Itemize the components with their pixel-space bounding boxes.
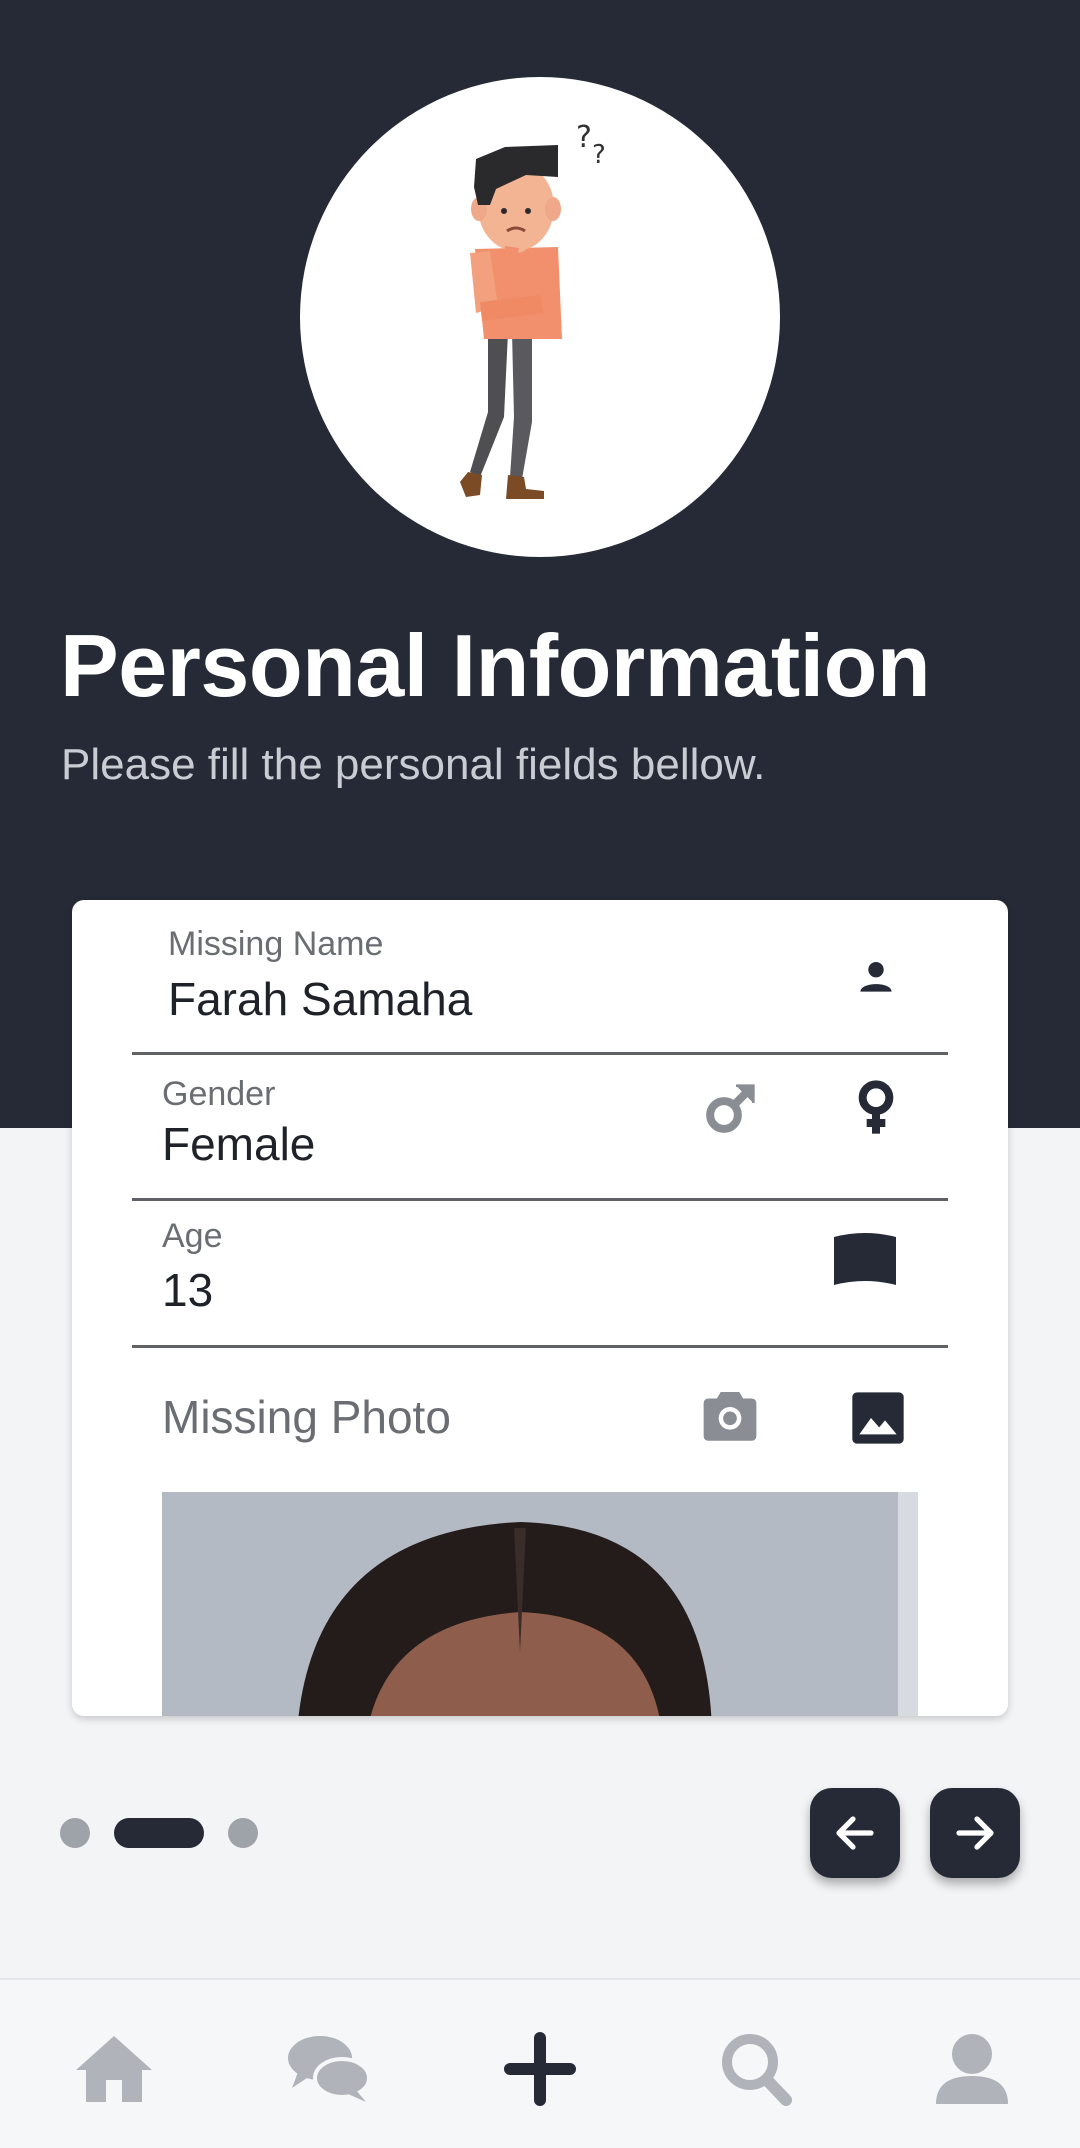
missing-photo-preview: [162, 1492, 918, 1716]
search-icon: [722, 2034, 792, 2106]
page-subtitle: Please fill the personal fields bellow.: [61, 740, 766, 789]
personal-info-form: Missing Name Farah Samaha Gender Female …: [72, 900, 1008, 1716]
photo-image: [162, 1492, 918, 1716]
gender-label: Gender: [162, 1075, 276, 1113]
missing-name-field[interactable]: Missing Name Farah Samaha: [132, 900, 948, 1055]
back-button[interactable]: [810, 1788, 900, 1878]
person-icon: [860, 961, 892, 992]
tab-profile[interactable]: [930, 2032, 1014, 2106]
flag-icon: [834, 1233, 896, 1285]
male-icon[interactable]: [700, 1075, 764, 1139]
avatar-illustration: ? ?: [300, 77, 780, 557]
forward-arrow-icon: [956, 1816, 994, 1850]
profile-icon: [936, 2034, 1008, 2104]
next-button[interactable]: [930, 1788, 1020, 1878]
back-arrow-icon: [836, 1816, 874, 1850]
age-field[interactable]: Age 13: [132, 1201, 948, 1348]
age-value[interactable]: 13: [162, 1263, 213, 1317]
svg-text:?: ?: [592, 140, 606, 170]
missing-name-value[interactable]: Farah Samaha: [168, 972, 472, 1026]
female-icon[interactable]: [844, 1075, 908, 1139]
confused-man-illustration: ? ?: [460, 120, 606, 499]
tab-home[interactable]: [72, 2032, 156, 2106]
missing-photo-label: Missing Photo: [162, 1391, 451, 1443]
camera-icon[interactable]: [698, 1388, 762, 1446]
step-dot: [60, 1818, 90, 1848]
home-icon: [76, 2036, 152, 2102]
gender-field: Gender Female: [132, 1055, 948, 1201]
bottom-navigation: [0, 1978, 1080, 2148]
missing-name-label: Missing Name: [168, 925, 384, 963]
step-dot: [228, 1818, 258, 1848]
chat-icon: [288, 2036, 370, 2102]
page-title: Personal Information: [60, 616, 931, 715]
svg-text:?: ?: [576, 120, 592, 155]
image-icon[interactable]: [850, 1390, 906, 1446]
add-icon: [504, 2032, 576, 2106]
tab-chat[interactable]: [286, 2032, 370, 2106]
gender-value: Female: [162, 1118, 316, 1170]
tab-add[interactable]: [498, 2032, 582, 2106]
age-label: Age: [162, 1217, 223, 1255]
tab-search[interactable]: [716, 2032, 800, 2106]
step-dot-active: [114, 1818, 204, 1848]
